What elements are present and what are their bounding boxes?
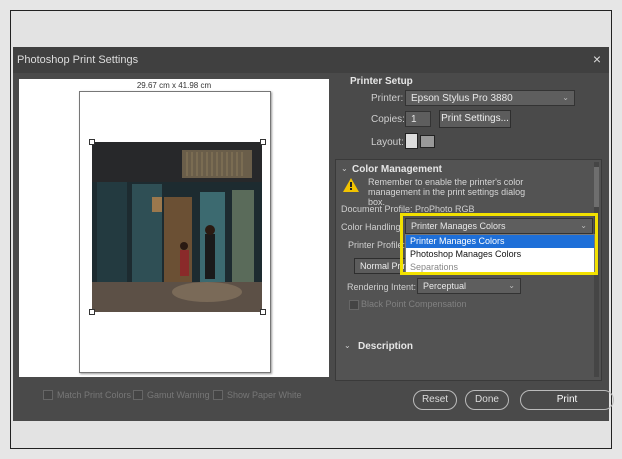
- black-point-label: Black Point Compensation: [361, 299, 467, 309]
- printer-value: Epson Stylus Pro 3880: [411, 93, 513, 104]
- done-button[interactable]: Done: [465, 390, 509, 410]
- color-management-title: Color Management: [352, 164, 443, 175]
- rendering-intent-label: Rendering Intent:: [347, 282, 417, 292]
- paper-sheet: [79, 91, 271, 373]
- chevron-down-icon: ⌄: [508, 281, 515, 290]
- reset-button[interactable]: Reset: [413, 390, 457, 410]
- rendering-intent-select[interactable]: Perceptual ⌄: [417, 278, 521, 294]
- copies-label: Copies:: [371, 114, 405, 125]
- printer-setup-title: Printer Setup: [350, 76, 413, 87]
- highlight-box: [400, 213, 598, 275]
- rendering-intent-value: Perceptual: [423, 281, 467, 291]
- dialog-titlebar: Photoshop Print Settings ×: [13, 47, 609, 73]
- landscape-layout-icon[interactable]: [420, 135, 435, 148]
- scrollbar-thumb[interactable]: [594, 167, 599, 207]
- crop-handle[interactable]: [260, 309, 266, 315]
- checkbox-label: Show Paper White: [227, 390, 302, 400]
- warning-icon: [343, 178, 359, 192]
- checkbox-box[interactable]: [133, 390, 143, 400]
- portrait-layout-icon[interactable]: [405, 133, 418, 149]
- close-icon[interactable]: ×: [593, 51, 601, 67]
- checkbox-label: Gamut Warning: [147, 390, 210, 400]
- chevron-down-icon[interactable]: ⌄: [344, 341, 351, 350]
- layout-label: Layout:: [371, 137, 404, 148]
- checkbox-label: Match Print Colors: [57, 390, 132, 400]
- printer-select[interactable]: Epson Stylus Pro 3880 ⌄: [405, 90, 575, 106]
- description-title: Description: [358, 341, 414, 352]
- printer-profile-label: Printer Profile:: [348, 240, 406, 250]
- crop-handle[interactable]: [89, 139, 95, 145]
- gamut-warning-checkbox[interactable]: Gamut Warning: [133, 390, 210, 400]
- crop-handle[interactable]: [89, 309, 95, 315]
- print-preview: 29.67 cm x 41.98 cm: [19, 79, 329, 377]
- copies-input[interactable]: 1: [405, 111, 431, 127]
- checkbox-box[interactable]: [43, 390, 53, 400]
- chevron-down-icon: ⌄: [562, 93, 569, 102]
- paper-dimensions: 29.67 cm x 41.98 cm: [136, 81, 212, 90]
- show-paper-white-checkbox[interactable]: Show Paper White: [213, 390, 302, 400]
- printer-label: Printer:: [371, 93, 404, 104]
- print-settings-button[interactable]: Print Settings...: [439, 110, 511, 128]
- preview-photo: [92, 142, 262, 312]
- checkbox-box[interactable]: [213, 390, 223, 400]
- chevron-down-icon[interactable]: ⌄: [341, 164, 348, 173]
- color-warning-text: Remember to enable the printer's color m…: [368, 177, 526, 207]
- color-handling-label: Color Handling:: [341, 222, 404, 232]
- print-settings-dialog: Photoshop Print Settings × 29.67 cm x 41…: [13, 47, 614, 421]
- print-button[interactable]: Print: [520, 390, 614, 410]
- match-print-colors-checkbox[interactable]: Match Print Colors: [43, 390, 131, 400]
- crop-handle[interactable]: [260, 139, 266, 145]
- copies-value: 1: [411, 114, 417, 125]
- dialog-title: Photoshop Print Settings: [17, 54, 139, 66]
- black-point-checkbox[interactable]: [349, 300, 359, 310]
